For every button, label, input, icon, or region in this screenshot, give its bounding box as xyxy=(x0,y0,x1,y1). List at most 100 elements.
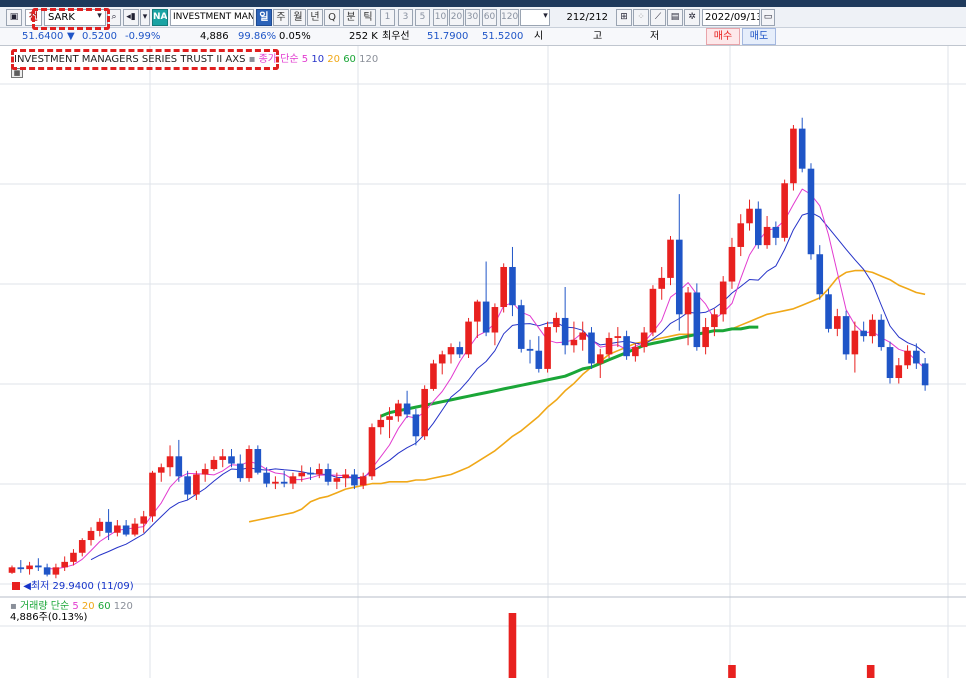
left-arrow-icon: ◀ xyxy=(23,581,31,592)
buy-button[interactable]: 매수 xyxy=(706,28,740,45)
vol-ma-20: 20 xyxy=(81,601,95,612)
candle-body xyxy=(895,365,903,379)
search-icon[interactable]: ⌕ xyxy=(107,9,121,26)
interval-button-1[interactable]: 1 xyxy=(380,9,395,26)
volume-chart[interactable] xyxy=(0,598,966,678)
chevron-down-icon[interactable]: ▾ xyxy=(541,10,550,25)
candle-body xyxy=(316,469,323,475)
gear-icon[interactable]: ✲ xyxy=(684,9,700,26)
candle-body xyxy=(535,350,543,369)
period-tab-6[interactable]: 틱 xyxy=(360,9,376,26)
candle-body xyxy=(544,327,551,369)
price-chart[interactable] xyxy=(0,46,966,598)
candle-body xyxy=(105,521,112,533)
interval-button-30[interactable]: 30 xyxy=(465,9,480,26)
interval-button-20[interactable]: 20 xyxy=(449,9,464,26)
candle-body xyxy=(632,347,639,357)
window-icon[interactable]: ▣ xyxy=(6,9,22,26)
candle-body xyxy=(798,128,806,169)
candle-body xyxy=(298,472,306,477)
best-quote-label: 최우선 xyxy=(382,31,410,42)
legend-bullet-icon: ▪ xyxy=(248,54,256,65)
candle-body xyxy=(737,223,745,247)
sell-button[interactable]: 매도 xyxy=(742,28,776,45)
candle-body xyxy=(403,403,411,415)
vol-ma-60: 60 xyxy=(97,601,111,612)
candle-body xyxy=(781,183,788,238)
window-title-strip xyxy=(0,0,966,7)
interval-button-60[interactable]: 60 xyxy=(482,9,497,26)
period-tab-5[interactable]: 분 xyxy=(343,9,359,26)
candle-body xyxy=(70,552,77,562)
candle-body xyxy=(877,319,885,348)
last-price: 51.6400 xyxy=(22,31,64,42)
candle-body xyxy=(26,565,33,570)
save-icon[interactable]: ▤ xyxy=(667,9,683,26)
candle-body xyxy=(904,350,911,366)
chevron-down-icon[interactable]: ▾ xyxy=(94,10,105,25)
candle-body xyxy=(52,567,60,575)
dropdown-arrow-icon[interactable]: ▾ xyxy=(140,9,150,26)
compare-icon[interactable]: ⁘ xyxy=(633,9,649,26)
candle-body xyxy=(596,354,604,364)
interval-button-120[interactable]: 120 xyxy=(500,9,519,26)
candle-body xyxy=(386,416,393,420)
period-tab-3[interactable]: 년 xyxy=(307,9,323,26)
draw-line-icon[interactable]: ⟋ xyxy=(650,9,666,26)
candle-body xyxy=(166,456,174,468)
candle-body xyxy=(640,332,648,348)
candle-body xyxy=(526,348,534,351)
symbol-text: SARK xyxy=(48,12,75,23)
market-selector[interactable]: 천 xyxy=(25,9,42,26)
candle-body xyxy=(500,266,507,308)
instrument-full-name[interactable]: INVESTMENT MANAGERS SERIES TRUST II AXS xyxy=(14,54,245,65)
candle-body xyxy=(131,523,139,535)
interval-button-5[interactable]: 5 xyxy=(415,9,430,26)
candle-body xyxy=(447,347,455,355)
interval-button-10[interactable]: 10 xyxy=(433,9,448,26)
candle-body xyxy=(790,128,797,184)
candle-body xyxy=(324,469,332,482)
candle-body xyxy=(465,321,472,355)
grid-icon[interactable]: ⊞ xyxy=(616,9,632,26)
candle-body xyxy=(157,467,165,473)
interval-button-3[interactable]: 3 xyxy=(398,9,413,26)
candle-body xyxy=(61,561,68,568)
change-percent: -0.99% xyxy=(125,31,161,42)
candle-body xyxy=(175,456,183,477)
calendar-icon[interactable]: ▭ xyxy=(761,9,775,26)
ma-10: 10 xyxy=(311,54,325,65)
lowest-price-marker: ◀최저 29.9400 (11/09) xyxy=(12,577,134,592)
table-toggle-icon[interactable]: ▦ xyxy=(11,68,23,78)
candle-body xyxy=(474,301,481,322)
ma10-line xyxy=(90,211,926,561)
chart-toolbar: ▣ 천 SARK ▾ ⌕ ◂▮ ▾ NA INVESTMENT MANA ▾ 2… xyxy=(0,7,966,28)
candle-body xyxy=(140,516,147,524)
candle-body xyxy=(561,317,569,346)
candle-body xyxy=(333,478,341,482)
volume-readout: 4,886주(0.13%) xyxy=(10,612,88,623)
period-tab-4[interactable]: Q xyxy=(324,9,340,26)
volume-ratio: 99.86% xyxy=(238,31,277,42)
vol-ma-120: 120 xyxy=(113,601,133,612)
candle-body xyxy=(193,474,200,495)
instrument-name-field[interactable]: INVESTMENT MANA xyxy=(170,9,254,26)
date-input[interactable]: 2022/09/13 xyxy=(702,9,760,26)
candle-body xyxy=(236,463,244,479)
candle-body xyxy=(816,254,824,295)
speaker-icon[interactable]: ◂▮ xyxy=(123,9,139,26)
candle-body xyxy=(184,476,191,495)
period-tab-2[interactable]: 월 xyxy=(290,9,306,26)
candle-body xyxy=(517,305,525,349)
candle-body xyxy=(254,449,262,473)
period-tab-0[interactable]: 일 xyxy=(256,9,272,26)
volume-bar xyxy=(508,613,517,678)
candle-body xyxy=(807,168,815,255)
candle-body xyxy=(860,330,867,337)
candle-body xyxy=(263,472,270,484)
best-ask: 51.7900 xyxy=(427,31,469,42)
period-tab-1[interactable]: 주 xyxy=(273,9,289,26)
candle-body xyxy=(553,317,560,328)
chart-area[interactable] xyxy=(0,46,966,678)
down-arrow-icon: ▼ xyxy=(67,31,75,42)
